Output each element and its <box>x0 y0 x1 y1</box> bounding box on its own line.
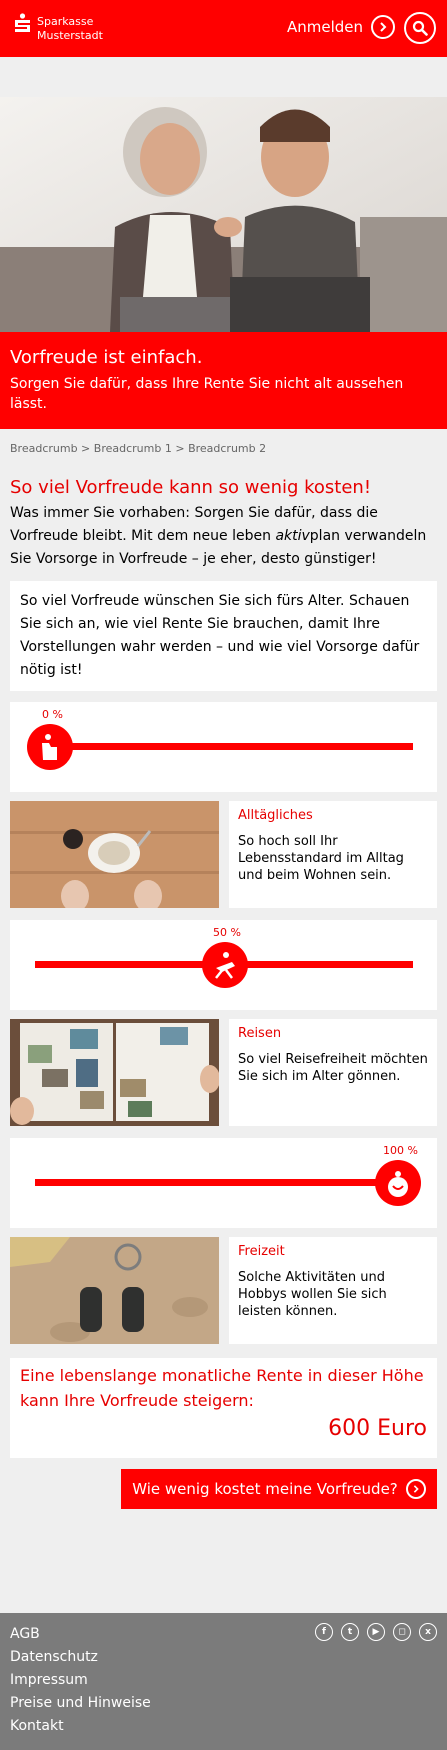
deck-chair-icon <box>215 952 235 979</box>
slider-card-reisen: 50 % <box>10 920 437 1010</box>
login-label: Anmelden <box>287 18 364 36</box>
breadcrumb-item[interactable]: Breadcrumb <box>10 442 78 455</box>
breadcrumb-item[interactable]: Breadcrumb 2 <box>188 442 266 455</box>
youtube-icon[interactable]: ▶ <box>367 1623 385 1641</box>
breadcrumb: Breadcrumb > Breadcrumb 1 > Breadcrumb 2 <box>10 442 266 455</box>
social-links: f t ▶ ◻ x <box>315 1623 437 1641</box>
hero-image <box>0 97 447 332</box>
tile-text: Solche Aktivitäten und Hobbys wollen Sie… <box>238 1270 387 1319</box>
intro-title: So viel Vorfreude kann so wenig kosten! <box>10 477 372 498</box>
tile-freizeit: Freizeit Solche Aktivitäten und Hobbys w… <box>229 1237 437 1344</box>
hero-banner: Vorfreude ist einfach. Sorgen Sie dafür,… <box>0 332 447 429</box>
calculate-cost-button[interactable]: Wie wenig kostet meine Vorfreude? <box>121 1469 437 1509</box>
intro-text: Was immer Sie vorhaben: Sorgen Sie dafür… <box>10 505 427 567</box>
breadcrumb-separator: > <box>77 442 94 455</box>
instagram-icon[interactable]: ◻ <box>393 1623 411 1641</box>
footer-link-agb[interactable]: AGB <box>10 1623 151 1646</box>
footer-links: AGB Datenschutz Impressum Preise und Hin… <box>10 1623 151 1738</box>
tile-reisen: Reisen So viel Reisefreiheit möchten Sie… <box>229 1019 437 1126</box>
slider-value-label: 100 % <box>383 1144 418 1157</box>
tile-alltag: Alltägliches So hoch soll Ihr Lebensstan… <box>229 801 437 908</box>
sparkasse-logo-icon[interactable] <box>14 13 31 33</box>
tile-image-riding-boots <box>10 1237 219 1344</box>
slider-handle[interactable] <box>375 1160 421 1206</box>
pension-result-text: Eine lebenslange monatliche Rente in die… <box>20 1366 424 1410</box>
site-header: Sparkasse Musterstadt Anmelden <box>0 0 447 57</box>
info-card-text: So viel Vorfreude wünschen Sie sich fürs… <box>20 593 420 678</box>
slider-handle[interactable] <box>202 942 248 988</box>
xing-icon[interactable]: x <box>419 1623 437 1641</box>
pension-result-value: 600 Euro <box>328 1416 427 1441</box>
twitter-icon[interactable]: t <box>341 1623 359 1641</box>
pension-result-card: Eine lebenslange monatliche Rente in die… <box>10 1358 437 1458</box>
cta-label: Wie wenig kostet meine Vorfreude? <box>132 1480 398 1498</box>
login-button[interactable]: Anmelden <box>287 15 396 39</box>
info-card: So viel Vorfreude wünschen Sie sich fürs… <box>10 581 437 691</box>
breadcrumb-item[interactable]: Breadcrumb 1 <box>94 442 172 455</box>
search-icon <box>412 20 428 36</box>
site-footer: AGB Datenschutz Impressum Preise und Hin… <box>0 1613 447 1750</box>
tile-image-photo-album <box>10 1019 219 1126</box>
slider-card-alltag: 0 % <box>10 702 437 792</box>
facebook-icon[interactable]: f <box>315 1623 333 1641</box>
breadcrumb-separator: > <box>171 442 189 455</box>
chevron-right-icon <box>371 15 396 39</box>
smiley-icon <box>388 1171 408 1197</box>
footer-link-datenschutz[interactable]: Datenschutz <box>10 1646 151 1669</box>
home-icon <box>42 734 57 760</box>
tile-text: So viel Reisefreiheit möchten Sie sich i… <box>238 1052 428 1084</box>
search-button[interactable] <box>404 12 436 44</box>
brand-name[interactable]: Sparkasse Musterstadt <box>37 15 103 43</box>
tile-image-breakfast <box>10 801 219 908</box>
slider-track[interactable] <box>35 1179 413 1186</box>
chevron-right-icon <box>405 1479 426 1499</box>
slider-track[interactable] <box>35 743 413 750</box>
hero-subtitle: Sorgen Sie dafür, dass Ihre Rente Sie ni… <box>10 376 404 412</box>
footer-link-impressum[interactable]: Impressum <box>10 1669 151 1692</box>
slider-value-label: 0 % <box>42 708 63 721</box>
slider-handle[interactable] <box>27 724 73 770</box>
hero-title: Vorfreude ist einfach. <box>10 347 203 368</box>
tile-text: So hoch soll Ihr Lebensstandard im Allta… <box>238 834 404 883</box>
slider-card-freizeit: 100 % <box>10 1138 437 1228</box>
footer-link-preise[interactable]: Preise und Hinweise <box>10 1692 151 1715</box>
footer-link-kontakt[interactable]: Kontakt <box>10 1715 151 1738</box>
slider-value-label: 50 % <box>213 926 241 939</box>
tile-title: Alltägliches <box>238 808 313 823</box>
tile-title: Freizeit <box>238 1244 285 1259</box>
tile-title: Reisen <box>238 1026 282 1041</box>
